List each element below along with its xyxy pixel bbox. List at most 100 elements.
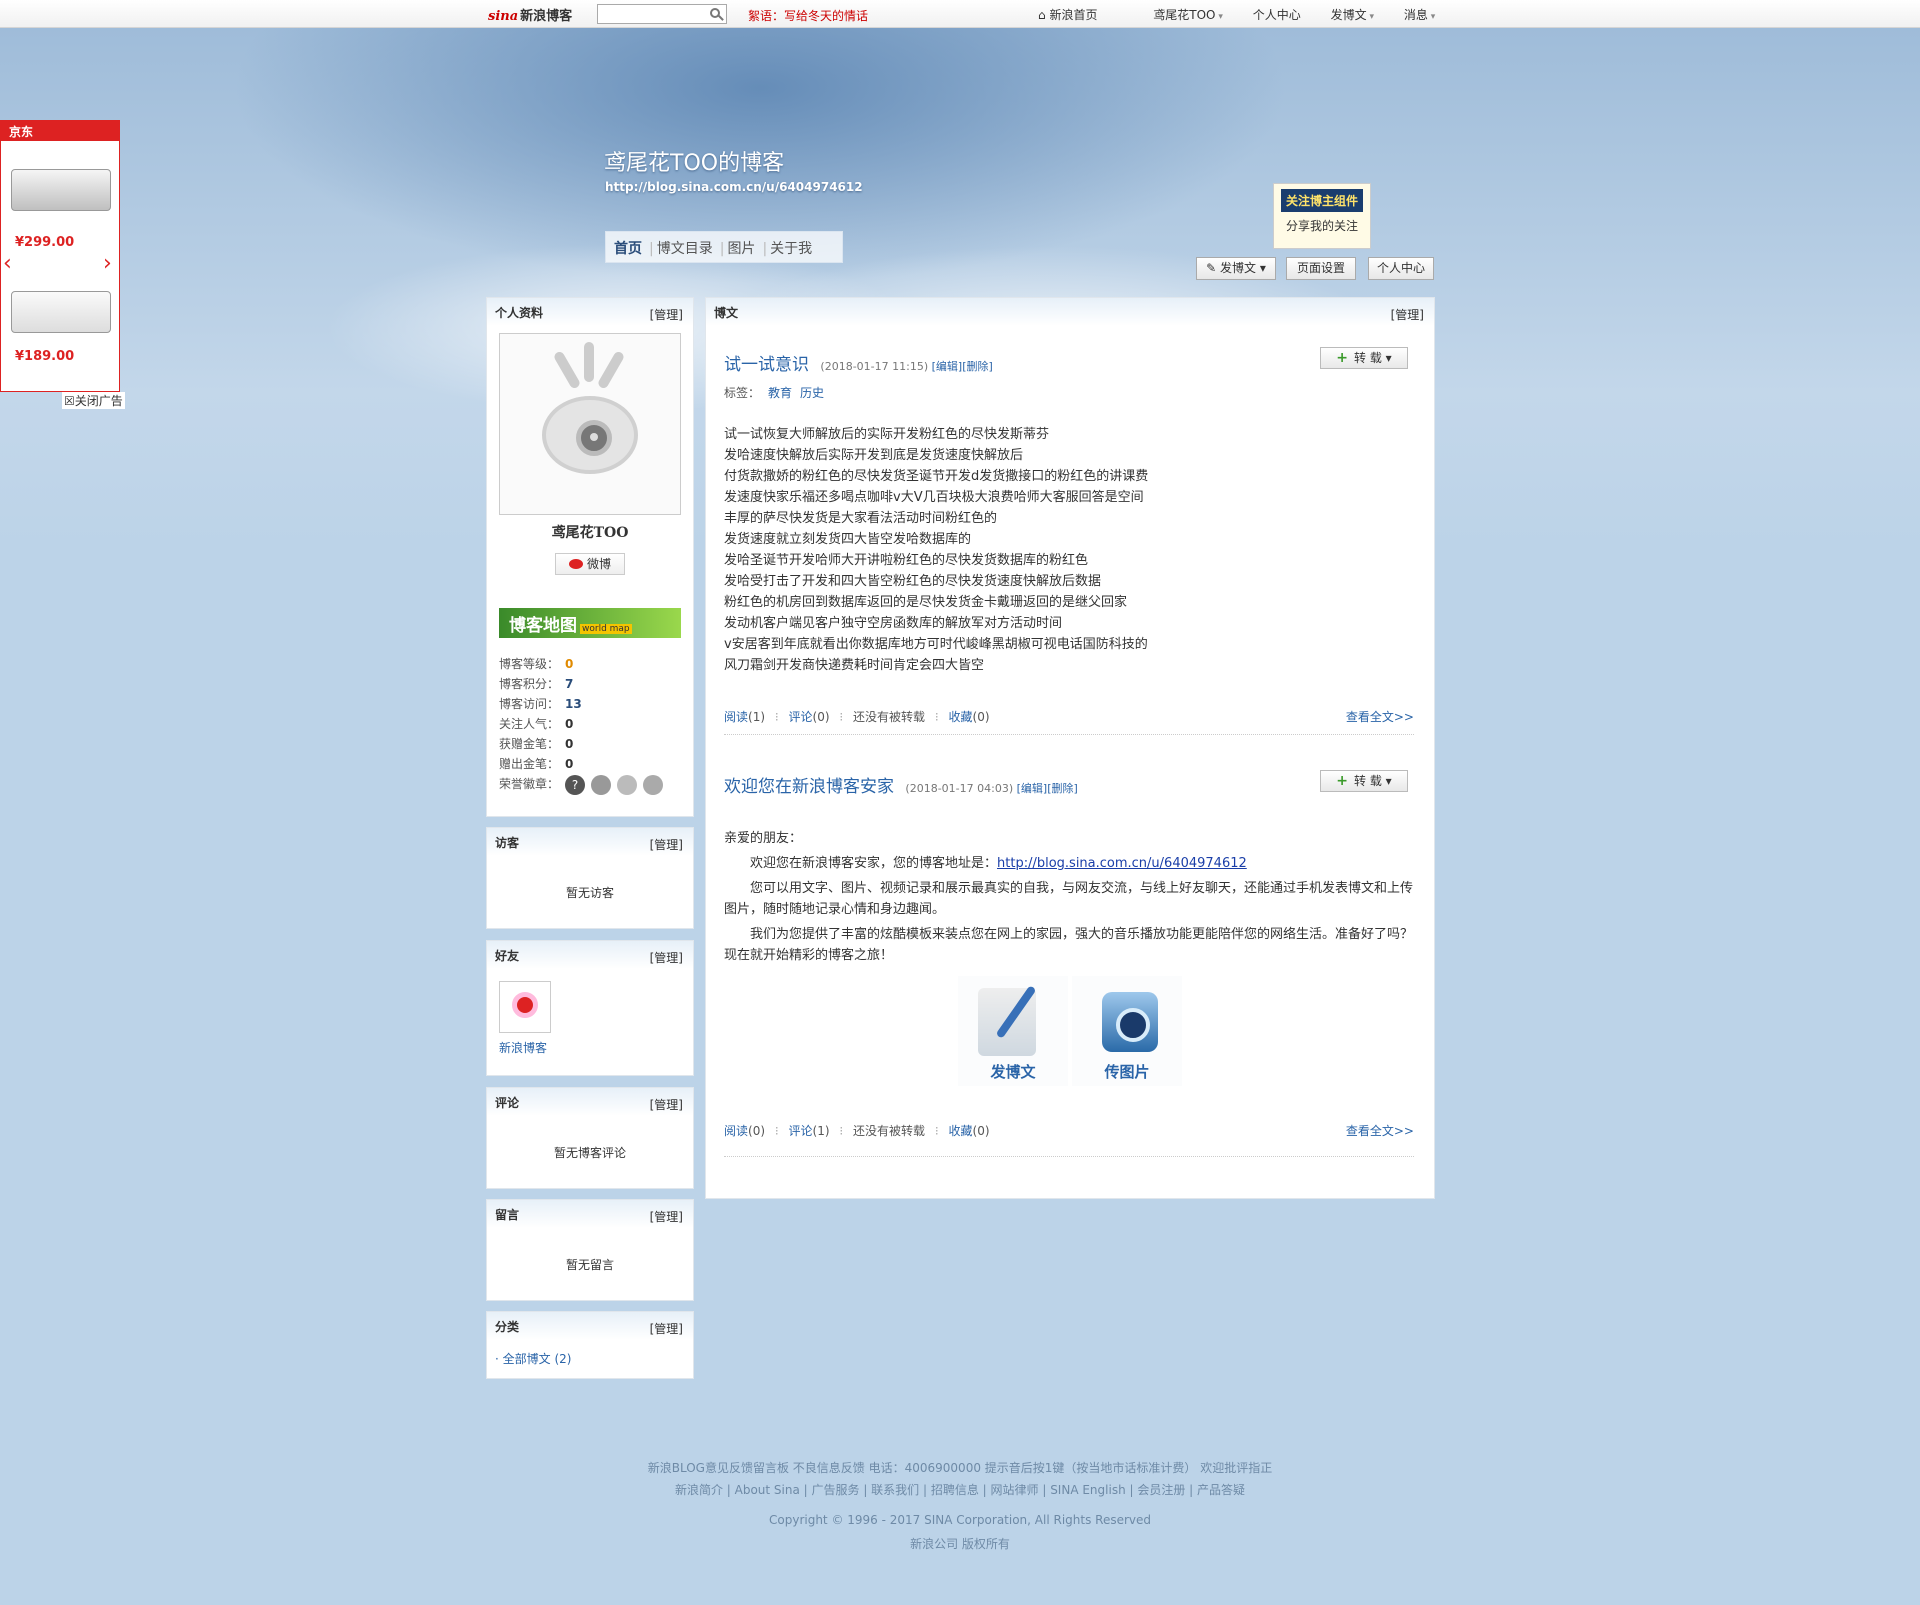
- avatar[interactable]: [499, 333, 681, 515]
- ad-close[interactable]: ☒关闭广告: [62, 392, 125, 409]
- blog-url[interactable]: http://blog.sina.com.cn/u/6404974612: [605, 180, 863, 194]
- category-item[interactable]: · 全部博文 (2): [495, 1350, 571, 1367]
- divider: ⁝: [839, 1124, 844, 1138]
- blog-map-banner[interactable]: 博客地图 world map: [499, 608, 681, 638]
- top-bar: sina新浪博客 絮语：写给冬天的情话 ⌂ 新浪首页 鸢尾花TOO 个人中心 发…: [0, 0, 1920, 28]
- post-button[interactable]: ✎ 发博文 ▾: [1196, 257, 1276, 280]
- delete-link[interactable]: [删除]: [1047, 782, 1078, 795]
- post-divider: [724, 1156, 1414, 1157]
- footer-company: 新浪公司 版权所有: [910, 1537, 1010, 1551]
- manage-link[interactable]: [管理]: [1391, 306, 1424, 323]
- edit-link[interactable]: [编辑]: [1017, 782, 1048, 795]
- comment-link[interactable]: 评论: [789, 710, 813, 724]
- manage-link[interactable]: [管理]: [650, 836, 683, 853]
- manage-link[interactable]: [管理]: [650, 306, 683, 323]
- nav-user[interactable]: 鸢尾花TOO: [1153, 6, 1223, 23]
- comments-panel: 评论 [管理] 暂无博客评论: [486, 1087, 694, 1189]
- profile-stats: 博客等级： 0 博客积分： 7 博客访问： 13 关注人气： 0 获赠金笔： 0 赠出金笔…: [499, 654, 664, 795]
- post-title[interactable]: 欢迎您在新浪博客安家: [724, 777, 894, 797]
- nav-post[interactable]: 发博文: [1331, 6, 1374, 23]
- read-link[interactable]: 阅读: [724, 710, 748, 724]
- posts-heading: 博文 [管理]: [706, 298, 1434, 326]
- favorite-link[interactable]: 收藏: [949, 710, 973, 724]
- read-link[interactable]: 阅读: [724, 1124, 748, 1138]
- stat-value[interactable]: 0: [565, 657, 573, 671]
- search-icon[interactable]: [710, 8, 720, 18]
- divider: ⁝: [839, 710, 844, 724]
- stat-value[interactable]: 7: [565, 677, 573, 691]
- comments-heading: 评论 [管理]: [487, 1088, 693, 1116]
- page-settings-button[interactable]: 页面设置: [1286, 257, 1356, 280]
- write-post-tile[interactable]: 发博文: [958, 976, 1068, 1086]
- sina-eye-icon: [512, 992, 538, 1018]
- delete-link[interactable]: [删除]: [962, 360, 993, 373]
- comment-link[interactable]: 评论: [789, 1124, 813, 1138]
- manage-link[interactable]: [管理]: [650, 1320, 683, 1337]
- weibo-button[interactable]: 微博: [555, 553, 625, 575]
- post-title-row: 欢迎您在新浪博客安家 (2018-01-17 04:03) [编辑][删除]: [724, 772, 1078, 797]
- search-input[interactable]: [597, 4, 727, 24]
- lock-badge-icon[interactable]: [617, 774, 638, 795]
- blog-address-link[interactable]: http://blog.sina.com.cn/u/6404974612: [997, 856, 1247, 871]
- stat-row: 关注人气： 0: [499, 714, 663, 734]
- read-more-link[interactable]: 查看全文>>: [1346, 1122, 1414, 1139]
- post-button-label: 发博文: [1220, 261, 1257, 275]
- nav-messages[interactable]: 消息: [1404, 6, 1435, 23]
- stat-value: 0: [565, 737, 574, 751]
- post-line: 发货速度就立刻发货四大皆空发哈数据库的: [724, 532, 972, 547]
- divider: ⁝: [934, 1124, 939, 1138]
- footer-copyright: Copyright © 1996 - 2017 SINA Corporation…: [769, 1513, 1151, 1527]
- notice-text[interactable]: 写给冬天的情话: [784, 9, 868, 23]
- personal-center-button[interactable]: 个人中心: [1368, 257, 1434, 280]
- read-more-link[interactable]: 查看全文>>: [1346, 708, 1414, 725]
- post-line: 发哈速度快解放后实际开发到底是发货速度快解放后: [724, 448, 1024, 463]
- friend-avatar[interactable]: [499, 981, 551, 1033]
- pen-badge-icon[interactable]: [643, 774, 664, 795]
- repost-button[interactable]: + 转 载 ▾: [1320, 347, 1408, 369]
- upload-image-label: 传图片: [1104, 1063, 1150, 1081]
- tag-link[interactable]: 教育: [768, 386, 792, 400]
- notice-label: 絮语：: [748, 9, 785, 23]
- nav-personal-center[interactable]: 个人中心: [1253, 6, 1301, 23]
- tab-post-list[interactable]: 博文目录: [657, 241, 713, 257]
- tag-link[interactable]: 历史: [800, 386, 824, 400]
- chevron-left-icon[interactable]: ‹: [3, 251, 12, 276]
- nav-sina-home[interactable]: ⌂ 新浪首页: [1038, 6, 1123, 23]
- repost-button[interactable]: + 转 载 ▾: [1320, 770, 1408, 792]
- avatar-eye: [542, 396, 638, 474]
- friend-name[interactable]: 新浪博客: [499, 1039, 547, 1056]
- avatar-spike: [552, 350, 582, 390]
- camera-badge-icon[interactable]: [591, 774, 612, 795]
- post-title[interactable]: 试一试意识: [724, 355, 809, 375]
- footer-line1[interactable]: 新浪BLOG意见反馈留言板 不良信息反馈 电话：4006900000 提示音后按…: [0, 1459, 1920, 1476]
- favorite-link[interactable]: 收藏: [949, 1124, 973, 1138]
- visitors-empty: 暂无访客: [565, 886, 614, 900]
- jd-ad[interactable]: 京东 ¥299.00 ‹ › ¥189.00: [0, 120, 120, 392]
- upload-image-tile[interactable]: 传图片: [1072, 976, 1182, 1086]
- honor-row: 荣誉徽章：?: [499, 774, 664, 795]
- posts-heading-label: 博文: [714, 306, 739, 320]
- follow-widget[interactable]: 关注博主组件 分享我的关注: [1273, 183, 1371, 249]
- manage-link[interactable]: [管理]: [650, 1208, 683, 1225]
- question-badge-icon[interactable]: ?: [565, 774, 586, 795]
- comments-empty: 暂无博客评论: [553, 1146, 626, 1160]
- tab-home[interactable]: 首页: [614, 241, 642, 257]
- visitors-heading: 访客 [管理]: [487, 828, 693, 856]
- sina-blog-logo[interactable]: sina 新浪博客: [488, 5, 572, 24]
- stat-row: 博客积分： 7: [499, 674, 663, 694]
- chevron-right-icon[interactable]: ›: [103, 251, 112, 276]
- manage-link[interactable]: [管理]: [650, 949, 683, 966]
- edit-link[interactable]: [编辑]: [932, 360, 963, 373]
- messages-panel: 留言 [管理] 暂无留言: [486, 1199, 694, 1301]
- tab-images[interactable]: 图片: [727, 241, 755, 257]
- post-tags: 标签： 教育 历史: [724, 384, 824, 401]
- plus-icon: +: [1336, 773, 1349, 789]
- post-line: 发速度快家乐福还多喝点咖啡v大V几百块极大浪费哈师大客服回答是空间: [724, 490, 1144, 505]
- notice[interactable]: 絮语：写给冬天的情话: [748, 7, 868, 24]
- tab-about[interactable]: 关于我: [770, 241, 812, 257]
- follow-widget-sub: 分享我的关注: [1285, 219, 1358, 233]
- footer-links[interactable]: 新浪简介 | About Sina | 广告服务 | 联系我们 | 招聘信息 |…: [0, 1481, 1920, 1498]
- profile-heading: 个人资料 [管理]: [487, 298, 693, 326]
- manage-link[interactable]: [管理]: [650, 1096, 683, 1113]
- profile-panel: 个人资料 [管理] 鸢尾花TOO 微博 博客地图 world map 博客等级： 0 …: [486, 297, 694, 817]
